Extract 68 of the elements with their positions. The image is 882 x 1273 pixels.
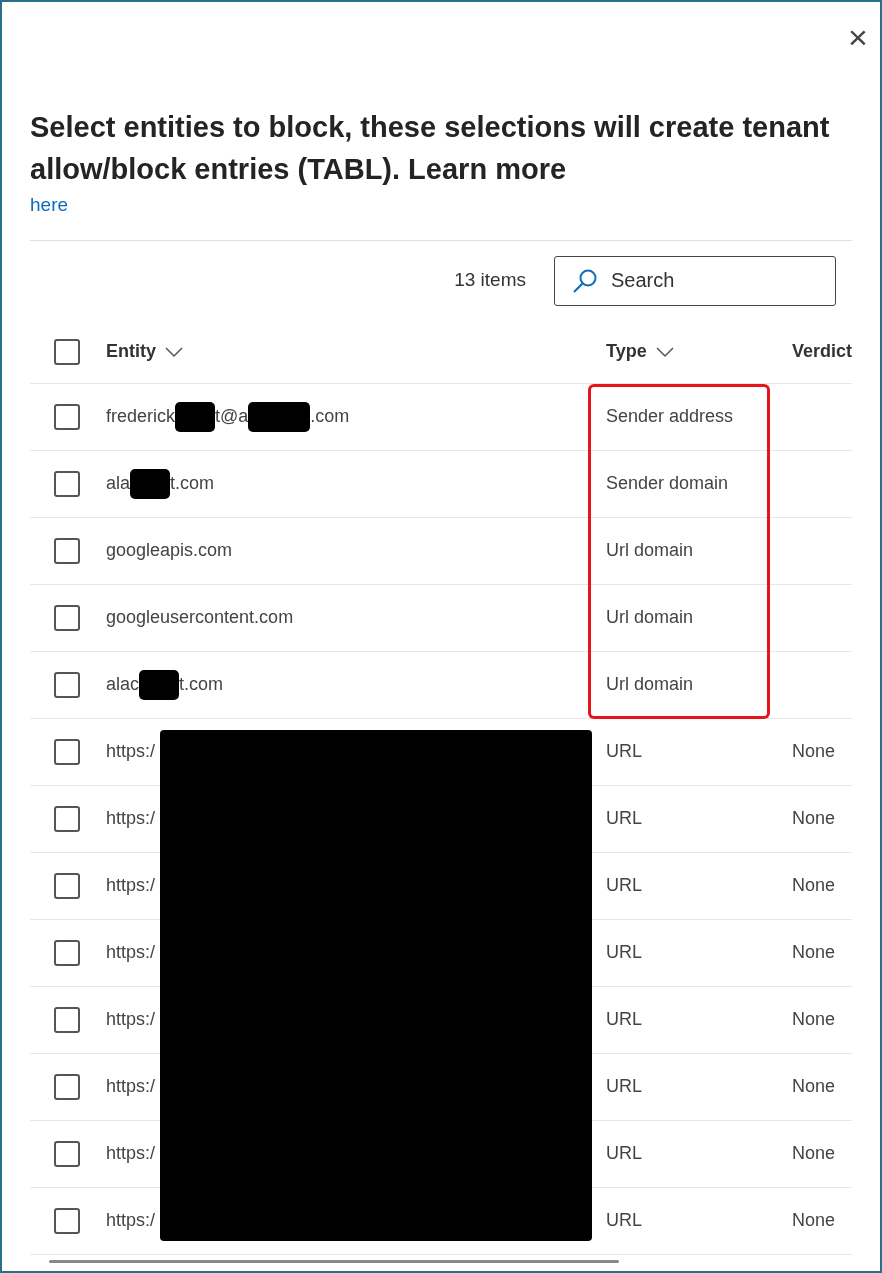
verdict-cell-text: None <box>792 941 836 964</box>
entity-text: https:/ <box>106 1142 156 1165</box>
entity-text: https:/ <box>106 807 156 830</box>
type-cell-text: Sender domain <box>606 472 730 495</box>
verdict-cell-text: None <box>792 1142 836 1165</box>
checkbox[interactable] <box>54 338 80 365</box>
redaction-block <box>175 401 216 432</box>
scrollbar[interactable] <box>49 1260 619 1263</box>
entity-text: googleusercontent.com <box>106 606 294 629</box>
chevron-down-icon <box>654 345 675 358</box>
entity-text: alac <box>106 673 140 696</box>
verdict-cell-text: None <box>792 874 836 897</box>
checkbox[interactable] <box>54 604 80 631</box>
column-header[interactable]: Type <box>606 338 675 365</box>
redaction-block <box>139 669 180 700</box>
checkbox[interactable] <box>54 939 80 966</box>
search-field[interactable]: Search <box>554 255 836 306</box>
type-cell-text: Url domain <box>606 606 695 629</box>
entity-text: t.com <box>179 673 224 696</box>
checkbox[interactable] <box>54 1006 80 1033</box>
search-icon <box>572 267 598 294</box>
verdict-cell-text: None <box>792 1209 836 1232</box>
entity-text: t.com <box>170 472 215 495</box>
type-cell-text: URL <box>606 874 643 897</box>
checkbox[interactable] <box>54 671 80 698</box>
checkbox[interactable] <box>54 872 80 899</box>
type-cell-text: URL <box>606 1008 643 1031</box>
entity-text: https:/ <box>106 874 156 897</box>
checkbox[interactable] <box>54 470 80 497</box>
entity-text: googleapis.com <box>106 539 233 562</box>
checkbox[interactable] <box>54 403 80 430</box>
entity-text: https:/ <box>106 1209 156 1232</box>
redaction-block <box>130 468 171 499</box>
column-header[interactable]: Entity <box>106 338 184 365</box>
checkbox[interactable] <box>54 1140 80 1167</box>
type-cell-text: URL <box>606 1142 643 1165</box>
checkbox[interactable] <box>54 1207 80 1234</box>
entity-text: .com <box>310 405 350 428</box>
checkbox[interactable] <box>54 738 80 765</box>
column-header[interactable]: Verdict <box>792 338 852 365</box>
verdict-cell-text: None <box>792 1075 836 1098</box>
entity-text: ala <box>106 472 131 495</box>
verdict-cell-text: None <box>792 740 836 763</box>
verdict-cell-text: None <box>792 1008 836 1031</box>
entity-text: https:/ <box>106 941 156 964</box>
type-cell-text: Url domain <box>606 539 695 562</box>
entity-text: frederick <box>106 405 176 428</box>
type-cell-text: Url domain <box>606 673 695 696</box>
type-cell-text: URL <box>606 941 643 964</box>
type-cell-text: URL <box>606 1075 643 1098</box>
close-button[interactable]: × <box>842 20 874 54</box>
checkbox[interactable] <box>54 805 80 832</box>
checkbox[interactable] <box>54 537 80 564</box>
entity-text: https:/ <box>106 1008 156 1031</box>
checkbox[interactable] <box>54 1073 80 1100</box>
verdict-cell-text: None <box>792 807 836 830</box>
entity-text: t@a <box>215 405 249 428</box>
type-cell-text: Sender address <box>606 405 735 428</box>
type-cell-text: URL <box>606 740 643 763</box>
item-count: 13 items <box>454 268 526 293</box>
entity-text: https:/ <box>106 740 156 763</box>
entity-text: https:/ <box>106 1075 156 1098</box>
chevron-down-icon <box>164 345 184 358</box>
learn-more-link[interactable]: here <box>30 191 69 220</box>
dialog-title: Select entities to block, these selections will create tenant allow/block entries (TABL). Learn more <box>30 110 830 187</box>
type-cell-text: URL <box>606 1209 643 1232</box>
redaction-block <box>248 401 311 432</box>
type-cell-text: URL <box>606 807 643 830</box>
